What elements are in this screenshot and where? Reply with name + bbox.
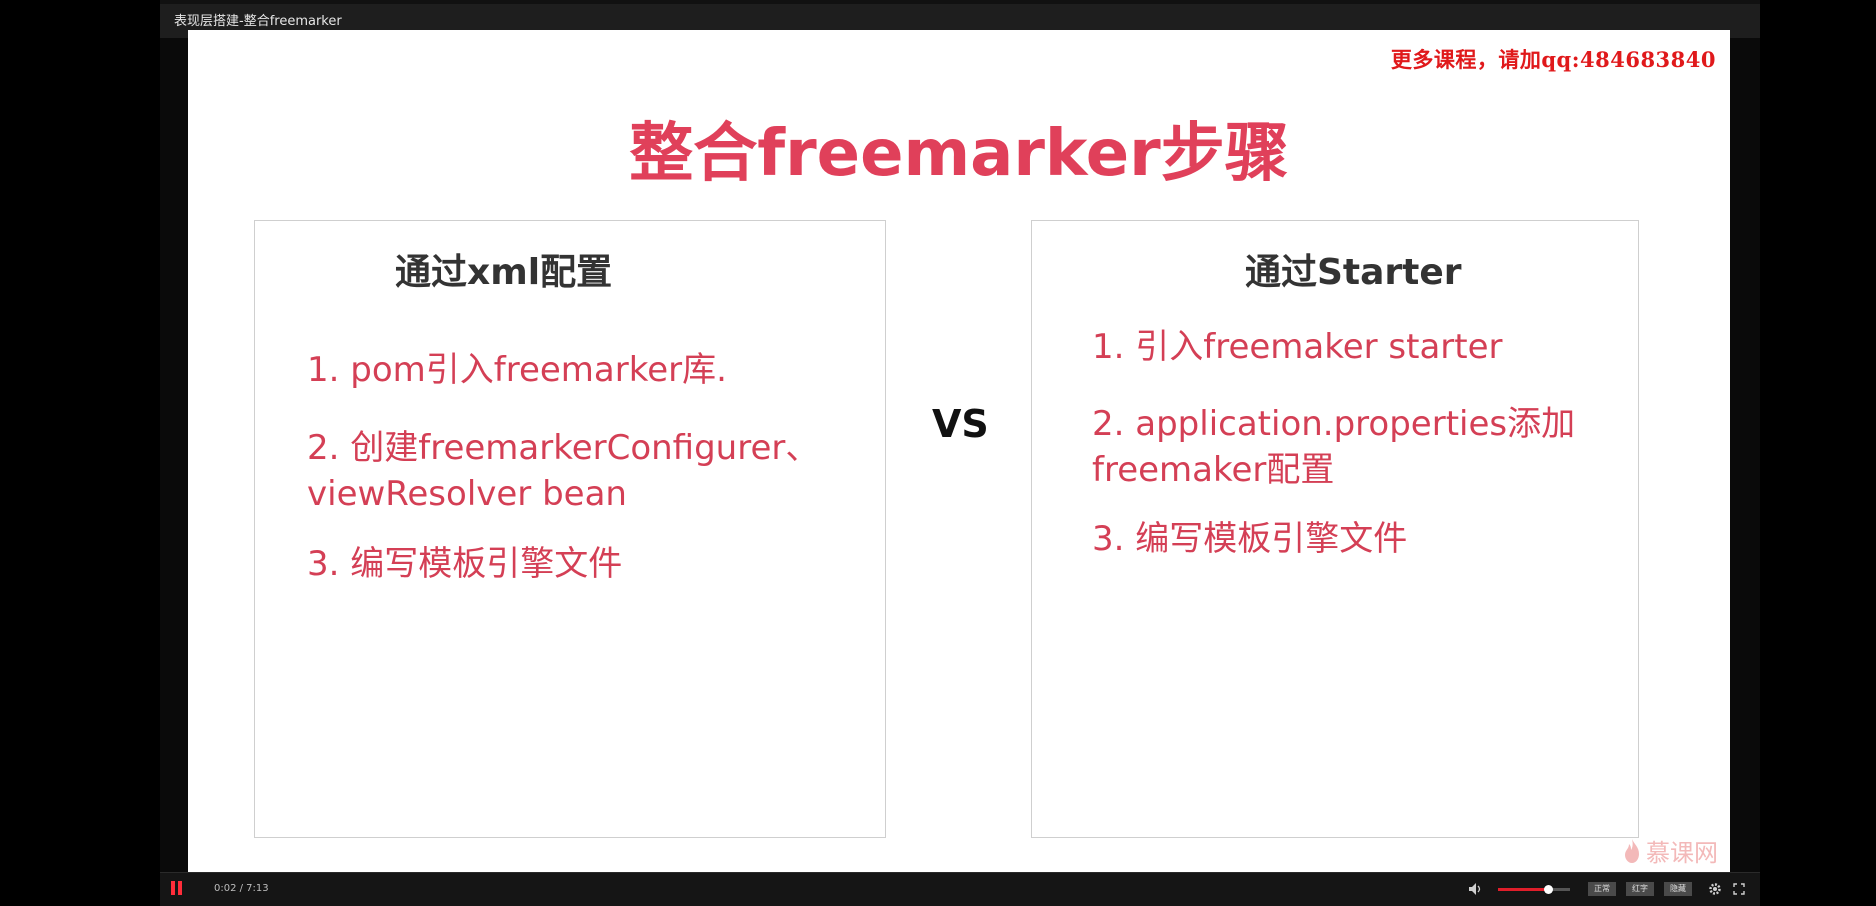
left-step-3: 3. 编写模板引擎文件 (307, 544, 623, 584)
mode-button-hide[interactable]: 隐藏 (1664, 882, 1692, 896)
gear-icon[interactable] (1708, 882, 1722, 896)
mode-button-normal[interactable]: 正常 (1588, 882, 1616, 896)
right-step-3: 3. 编写模板引擎文件 (1092, 519, 1408, 559)
volume-slider[interactable] (1498, 885, 1570, 894)
imooc-logo: 慕课网 (1622, 833, 1718, 868)
right-step-2: 2. application.properties添加 (1092, 404, 1576, 444)
logo-text: 慕课网 (1646, 839, 1718, 867)
watermark-text: 更多课程，请加qq:484683840 (1390, 47, 1716, 72)
starter-config-box: 通过Starter 1. 引入freemaker starter 2. appl… (1031, 220, 1639, 838)
right-step-2-cont: freemaker配置 (1092, 450, 1335, 490)
fullscreen-icon[interactable] (1732, 882, 1746, 896)
slide: 更多课程，请加qq:484683840 整合freemarker步骤 通过xml… (188, 30, 1730, 874)
left-step-2: 2. 创建freemarkerConfigurer、 (307, 428, 820, 468)
xml-config-box: 通过xml配置 1. pom引入freemarker库. 2. 创建freema… (254, 220, 886, 838)
playback-time: 0:02 / 7:13 (214, 883, 269, 894)
volume-level-fill (1498, 888, 1549, 891)
starter-config-heading: 通过Starter (1245, 252, 1462, 293)
vs-label: VS (932, 402, 989, 446)
volume-icon[interactable] (1468, 882, 1484, 896)
video-title: 表现层搭建-整合freemarker (174, 14, 342, 29)
flame-icon (1625, 838, 1639, 863)
mode-button-red[interactable]: 红字 (1626, 882, 1654, 896)
pause-button[interactable] (170, 881, 184, 895)
left-step-1: 1. pom引入freemarker库. (307, 350, 727, 390)
xml-config-heading: 通过xml配置 (395, 252, 613, 293)
volume-knob[interactable] (1544, 885, 1554, 894)
player-controls: 0:02 / 7:13 正常 红字 隐藏 (160, 872, 1760, 906)
right-step-1: 1. 引入freemaker starter (1092, 327, 1503, 367)
left-step-2-cont: viewResolver bean (307, 474, 627, 514)
slide-title: 整合freemarker步骤 (629, 117, 1289, 191)
